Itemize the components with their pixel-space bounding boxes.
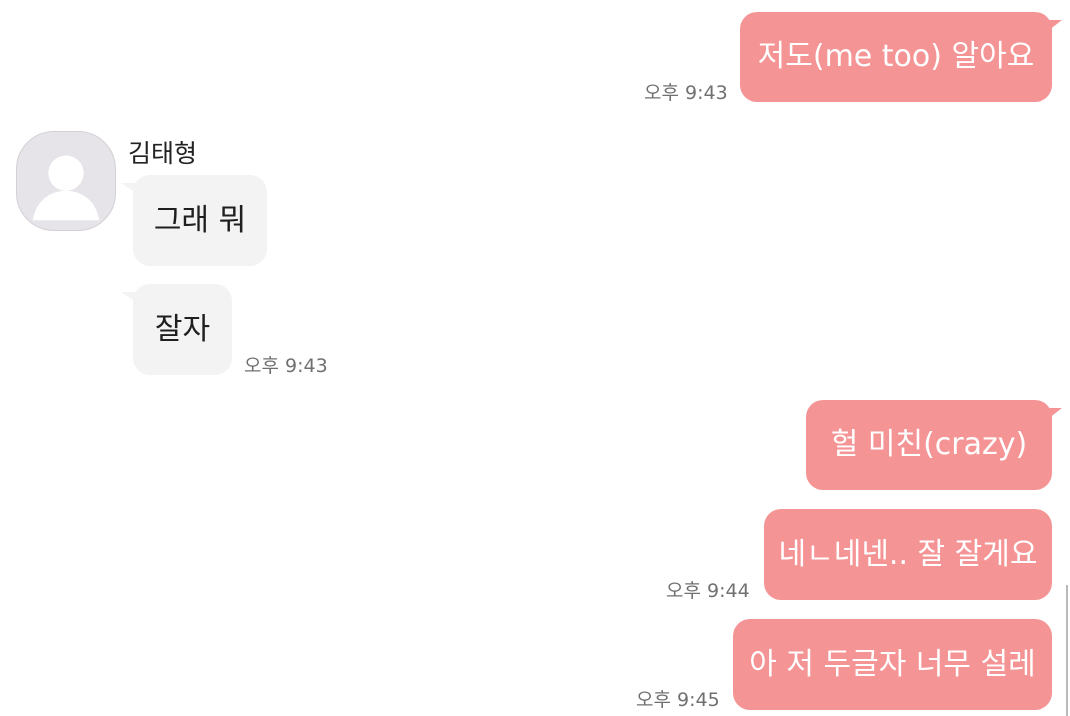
- message-timestamp: 오후 9:43: [244, 355, 328, 377]
- sender-name: 김태형: [128, 139, 198, 168]
- message-timestamp: 오후 9:45: [636, 689, 720, 711]
- outgoing-message-bubble[interactable]: 헐 미친(crazy): [806, 400, 1062, 490]
- message-timestamp: 오후 9:44: [666, 580, 750, 602]
- outgoing-message-bubble[interactable]: 네ㄴ네넨.. 잘 잘게요: [764, 509, 1052, 600]
- incoming-message-bubble[interactable]: 잘자: [121, 284, 232, 375]
- message-timestamp: 오후 9:43: [644, 82, 728, 104]
- outgoing-message-bubble[interactable]: 저도(me too) 알아요: [740, 12, 1062, 102]
- incoming-message-bubble[interactable]: 그래 뭐: [121, 175, 267, 266]
- outgoing-message-bubble[interactable]: 아 저 두글자 너무 설레: [733, 619, 1052, 710]
- contact-avatar[interactable]: [16, 131, 116, 231]
- scrollbar[interactable]: [1066, 585, 1068, 716]
- chat-thread: 저도(me too) 알아요 오후 9:43 김태형 그래 뭐 잘자 오후 9:…: [0, 0, 1070, 716]
- person-silhouette-icon: [32, 155, 100, 221]
